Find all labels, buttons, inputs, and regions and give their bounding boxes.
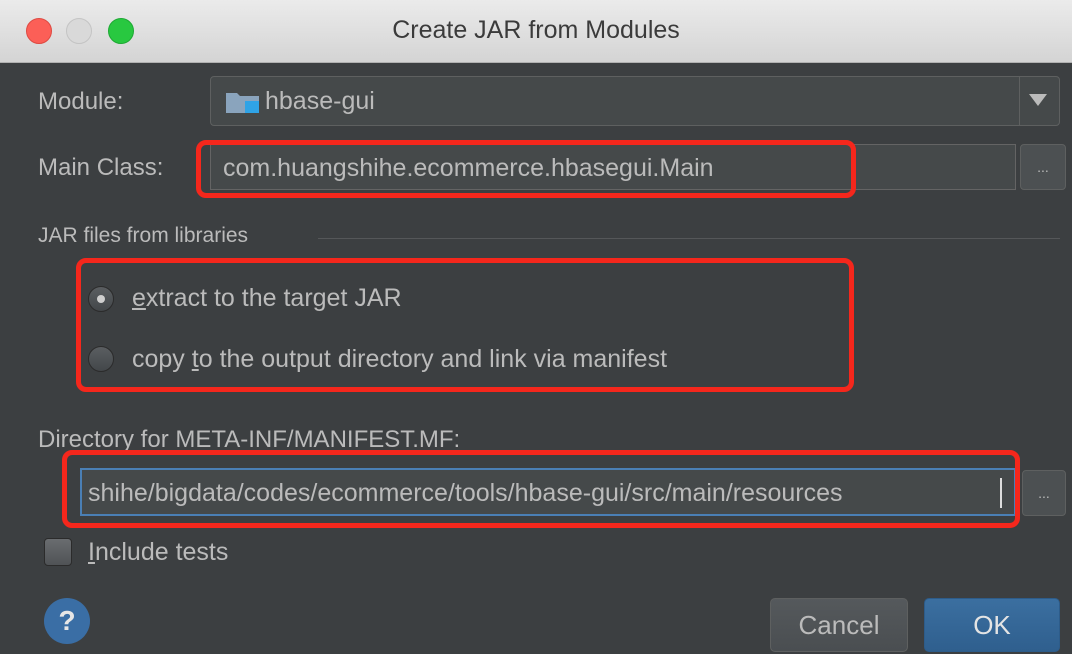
create-jar-dialog: Create JAR from Modules Module: hbase-gu… [0,0,1072,654]
manifest-directory-value: shihe/bigdata/codes/ecommerce/tools/hbas… [88,479,843,507]
dialog-title: Create JAR from Modules [392,16,680,44]
extract-label-post: xtract to the target JAR [145,284,402,312]
module-label: Module: [38,88,124,115]
title-bar: Create JAR from Modules [0,0,1072,63]
ok-button[interactable]: OK [924,598,1060,652]
copy-radio[interactable] [88,346,114,372]
radio-selected-dot [97,295,105,303]
extract-radio[interactable] [88,286,114,312]
include-tests-mnemonic: I [88,538,95,566]
main-class-label: Main Class: [38,154,164,181]
module-value: hbase-gui [265,87,375,115]
help-button[interactable]: ? [44,598,90,644]
combobox-divider [1019,77,1020,125]
chevron-down-icon[interactable] [1029,94,1047,106]
libraries-group-title: JAR files from libraries [38,224,249,247]
include-tests-checkbox[interactable] [44,538,72,566]
extract-option-label[interactable]: extract to the target JAR [132,284,402,313]
copy-label-mnemonic: t [191,345,199,373]
manifest-directory-field[interactable]: shihe/bigdata/codes/ecommerce/tools/hbas… [80,468,1016,516]
text-cursor [1000,478,1002,508]
group-separator [318,238,1060,239]
include-tests-label[interactable]: Include tests [88,538,228,567]
cancel-button[interactable]: Cancel [770,598,908,652]
main-class-browse-button[interactable]: ... [1020,144,1066,190]
module-folder-icon [226,93,259,113]
extract-label-mnemonic: e [132,284,146,312]
module-combobox[interactable]: hbase-gui [210,76,1060,126]
manifest-label: Directory for META-INF/MANIFEST.MF: [38,426,461,453]
copy-label-pre: copy [132,345,192,373]
include-tests-label-post: nclude tests [94,538,229,566]
manifest-browse-button[interactable]: ... [1022,470,1066,516]
copy-option-label[interactable]: copy to the output directory and link vi… [132,345,667,374]
copy-label-post: o the output directory and link via mani… [198,345,668,373]
main-class-field[interactable]: com.huangshihe.ecommerce.hbasegui.Main [210,144,1016,190]
main-class-value: com.huangshihe.ecommerce.hbasegui.Main [223,154,714,182]
